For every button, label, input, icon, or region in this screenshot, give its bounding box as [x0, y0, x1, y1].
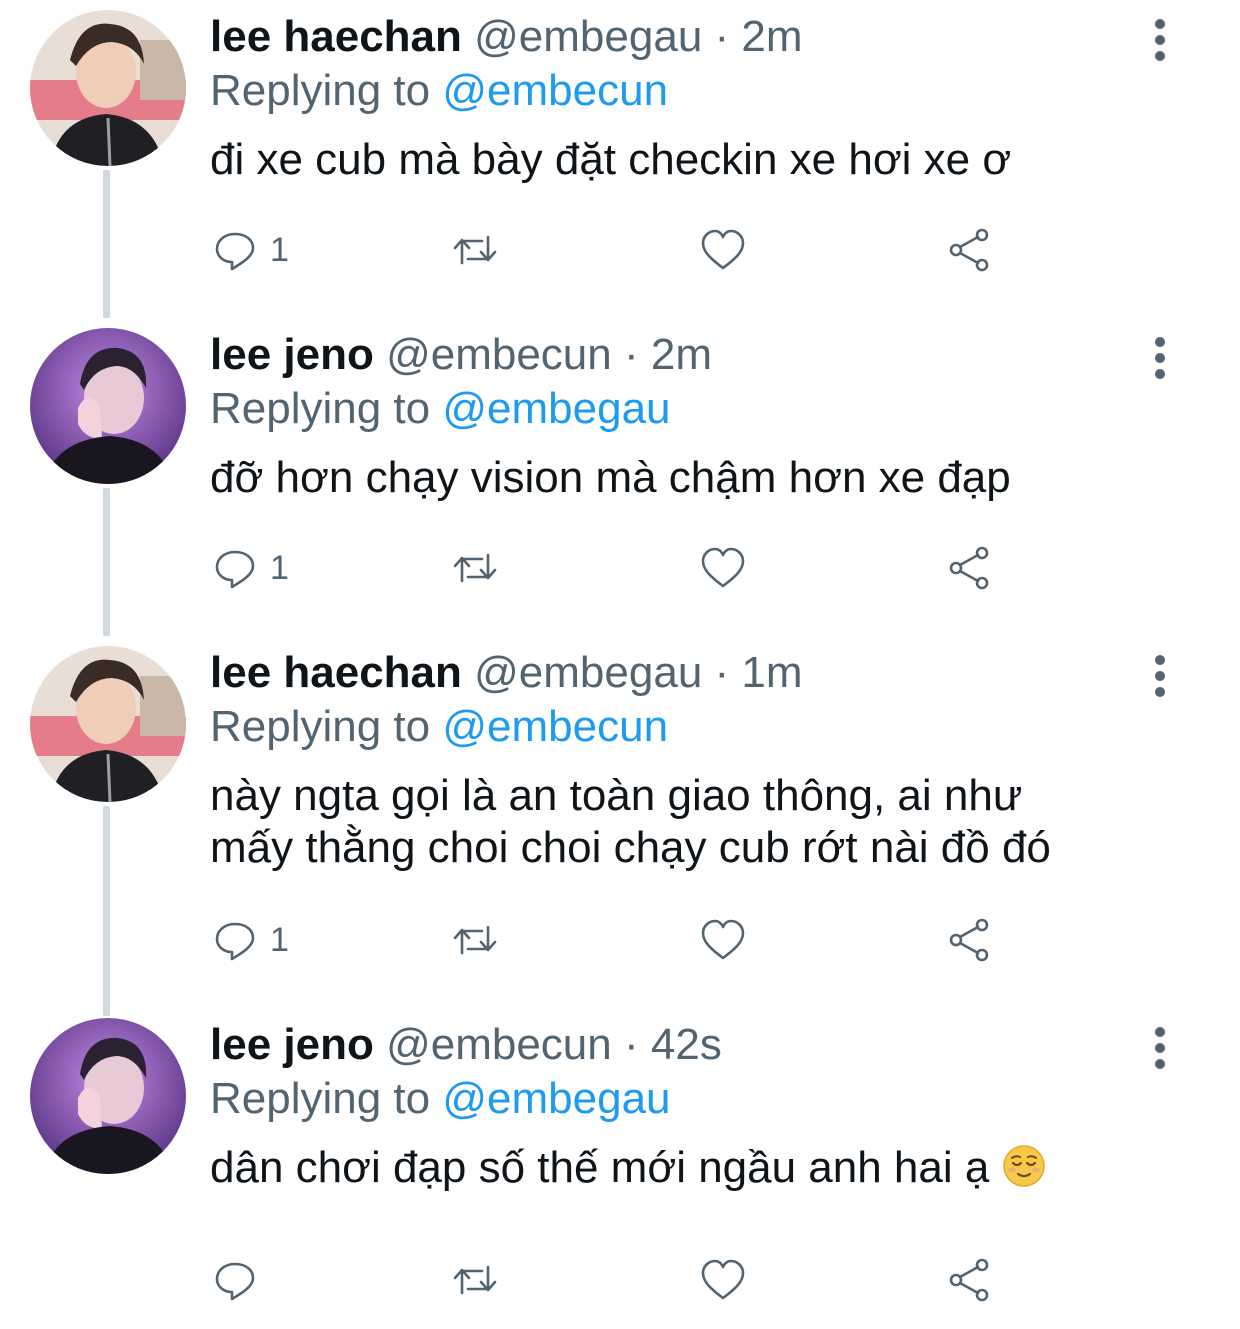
retweet-icon [453, 235, 497, 265]
share-icon [949, 918, 989, 962]
tweet-text: dân chơi đạp số thế mới ngầu anh hai ạ [210, 1142, 1180, 1194]
separator-dot: · [714, 12, 730, 61]
author-name[interactable]: lee jeno [210, 330, 374, 379]
tweet-actions: 1 [210, 540, 1010, 596]
avatar[interactable] [30, 10, 186, 166]
retweet-button[interactable] [450, 1252, 500, 1308]
timestamp[interactable]: 42s [651, 1020, 722, 1069]
author-handle[interactable]: @embecun [386, 1020, 612, 1069]
reply-button[interactable] [210, 1252, 270, 1308]
author-name[interactable]: lee jeno [210, 1020, 374, 1069]
share-icon [949, 228, 989, 272]
replying-label: Replying to [210, 1074, 431, 1123]
share-icon [949, 546, 989, 590]
retweet-button[interactable] [450, 912, 500, 968]
more-vertical-icon [1155, 19, 1165, 29]
share-button[interactable] [944, 912, 994, 968]
tweet-actions [210, 1252, 1010, 1308]
replying-label: Replying to [210, 702, 431, 751]
tweet[interactable]: lee jeno @embecun · 42s Replying to @emb… [0, 1018, 1240, 1318]
reply-button[interactable]: 1 [210, 912, 289, 968]
avatar[interactable] [30, 1018, 186, 1174]
tweet-text-body: dân chơi đạp số thế mới ngầu anh hai ạ [210, 1143, 990, 1192]
reply-icon [215, 232, 255, 271]
author-handle[interactable]: @embegau [474, 648, 702, 697]
more-vertical-icon [1155, 1027, 1165, 1037]
heart-icon [701, 229, 745, 270]
author-name[interactable]: lee haechan [210, 12, 462, 61]
avatar[interactable] [30, 328, 186, 484]
more-vertical-icon [1155, 337, 1165, 347]
tweet-actions: 1 [210, 222, 1010, 278]
like-button[interactable] [698, 540, 748, 596]
tweet-actions: 1 [210, 912, 1010, 968]
more-options-button[interactable] [1142, 14, 1178, 66]
author-handle[interactable]: @embecun [386, 330, 612, 379]
avatar-jeno [30, 328, 186, 484]
retweet-icon [453, 1265, 497, 1295]
reply-count: 1 [270, 230, 289, 269]
timestamp[interactable]: 1m [741, 648, 802, 697]
reply-icon [215, 550, 255, 589]
share-button[interactable] [944, 222, 994, 278]
reply-mention-link[interactable]: @embecun [442, 66, 668, 115]
heart-icon [701, 919, 745, 960]
replying-label: Replying to [210, 66, 431, 115]
reply-button[interactable]: 1 [210, 540, 289, 596]
tweet-text: này ngta gọi là an toàn giao thông, ai n… [210, 770, 1180, 874]
reply-mention-link[interactable]: @embecun [442, 702, 668, 751]
more-vertical-icon [1155, 655, 1165, 665]
reply-icon [215, 1262, 255, 1301]
retweet-icon [453, 553, 497, 583]
like-button[interactable] [698, 912, 748, 968]
more-options-button[interactable] [1142, 650, 1178, 702]
heart-icon [701, 547, 745, 588]
reply-mention-link[interactable]: @embegau [442, 1074, 670, 1123]
reply-count: 1 [270, 920, 289, 959]
heart-icon [701, 1259, 745, 1300]
more-options-button[interactable] [1142, 1022, 1178, 1074]
like-button[interactable] [698, 222, 748, 278]
share-button[interactable] [944, 540, 994, 596]
share-icon [949, 1258, 989, 1302]
tweet[interactable]: lee haechan @embegau · 2m Replying to @e… [0, 10, 1240, 310]
timestamp[interactable]: 2m [651, 330, 712, 379]
retweet-button[interactable] [450, 540, 500, 596]
tweet[interactable]: lee jeno @embecun · 2m Replying to @embe… [0, 328, 1240, 628]
tweet-text: đỡ hơn chạy vision mà chậm hơn xe đạp [210, 453, 1011, 502]
reply-count: 1 [270, 548, 289, 587]
retweet-button[interactable] [450, 222, 500, 278]
separator-dot: · [623, 330, 639, 379]
timestamp[interactable]: 2m [741, 12, 802, 61]
avatar-haechan [30, 646, 186, 802]
tweet[interactable]: lee haechan @embegau · 1m Replying to @e… [0, 646, 1240, 996]
separator-dot: · [714, 648, 730, 697]
tweet-text-line: mấy thằng choi choi chạy cub rớt nài đồ … [210, 823, 1051, 872]
avatar[interactable] [30, 646, 186, 802]
reply-mention-link[interactable]: @embegau [442, 384, 670, 433]
reply-button[interactable]: 1 [210, 222, 289, 278]
tweet-text-line: này ngta gọi là an toàn giao thông, ai n… [210, 771, 1023, 820]
reply-icon [215, 922, 255, 961]
retweet-icon [453, 925, 497, 955]
avatar-haechan [30, 10, 186, 166]
author-name[interactable]: lee haechan [210, 648, 462, 697]
avatar-jeno [30, 1018, 186, 1174]
share-button[interactable] [944, 1252, 994, 1308]
like-button[interactable] [698, 1252, 748, 1308]
author-handle[interactable]: @embegau [474, 12, 702, 61]
separator-dot: · [623, 1020, 639, 1069]
replying-label: Replying to [210, 384, 431, 433]
more-options-button[interactable] [1142, 332, 1178, 384]
tweet-text: đi xe cub mà bày đặt checkin xe hơi xe ơ [210, 135, 1012, 184]
relieved-face-emoji-icon [1002, 1145, 1045, 1187]
